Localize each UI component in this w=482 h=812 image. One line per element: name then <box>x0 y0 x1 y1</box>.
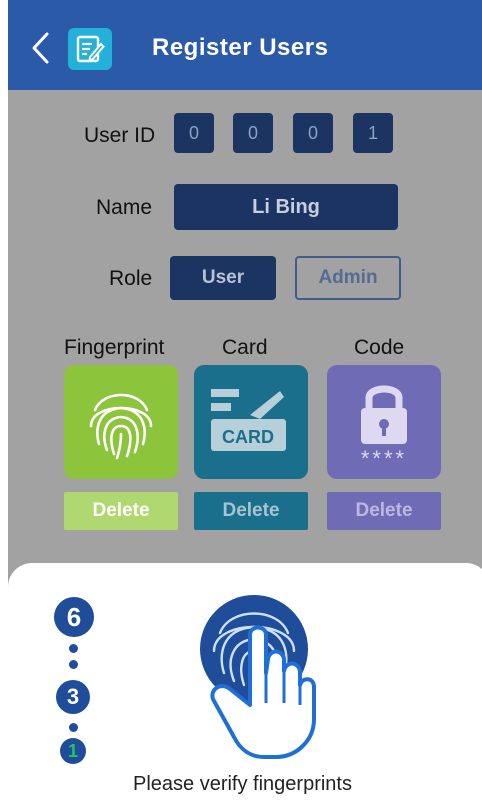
chevron-left-icon <box>32 32 49 64</box>
app-header: Register Users <box>8 0 482 90</box>
name-field[interactable]: Li Bing <box>174 184 398 230</box>
user-id-digit-1[interactable]: 0 <box>174 113 214 153</box>
card-delete-button[interactable]: Delete <box>194 492 308 530</box>
code-delete-button[interactable]: Delete <box>327 492 441 530</box>
fingerprint-icon <box>89 393 153 460</box>
fingerprint-tile[interactable] <box>64 365 178 479</box>
user-id-digit-4[interactable]: 1 <box>353 113 393 153</box>
card-tile[interactable]: CARD <box>194 365 308 479</box>
code-tile[interactable]: **** <box>327 365 441 479</box>
lock-icon: **** <box>361 385 407 470</box>
card-icon: CARD <box>211 389 286 451</box>
user-id-digit-2[interactable]: 0 <box>233 113 273 153</box>
role-label: Role <box>109 267 153 290</box>
edit-document-icon <box>76 35 105 63</box>
device-screen: Register Users User ID 0 0 0 1 Name Li B… <box>8 0 482 812</box>
step-dot <box>69 660 78 669</box>
step-6: 6 <box>54 597 94 637</box>
code-label: Code <box>354 336 405 359</box>
code-mask: **** <box>361 446 407 470</box>
verify-prompt: Please verify fingerprints <box>133 773 352 795</box>
page-title: Register Users <box>152 34 329 61</box>
card-text: CARD <box>222 427 274 447</box>
fingerprint-touch-icon <box>200 595 316 759</box>
role-admin-button[interactable]: Admin <box>295 256 401 300</box>
fingerprint-delete-button[interactable]: Delete <box>64 492 178 530</box>
step-1: 1 <box>60 738 86 764</box>
name-label: Name <box>96 196 153 219</box>
step-dot <box>69 723 78 732</box>
card-label: Card <box>222 336 268 359</box>
step-3: 3 <box>56 680 90 714</box>
fingerprint-enroll-sheet: 6 3 1 Please verify fingerprints <box>8 563 482 812</box>
user-id-digit-3[interactable]: 0 <box>293 113 333 153</box>
step-dot <box>69 644 78 653</box>
fingerprint-label: Fingerprint <box>64 336 165 359</box>
user-id-label: User ID <box>84 124 156 147</box>
role-user-button[interactable]: User <box>170 256 276 300</box>
app-icon <box>68 28 112 70</box>
back-button[interactable] <box>26 28 54 68</box>
